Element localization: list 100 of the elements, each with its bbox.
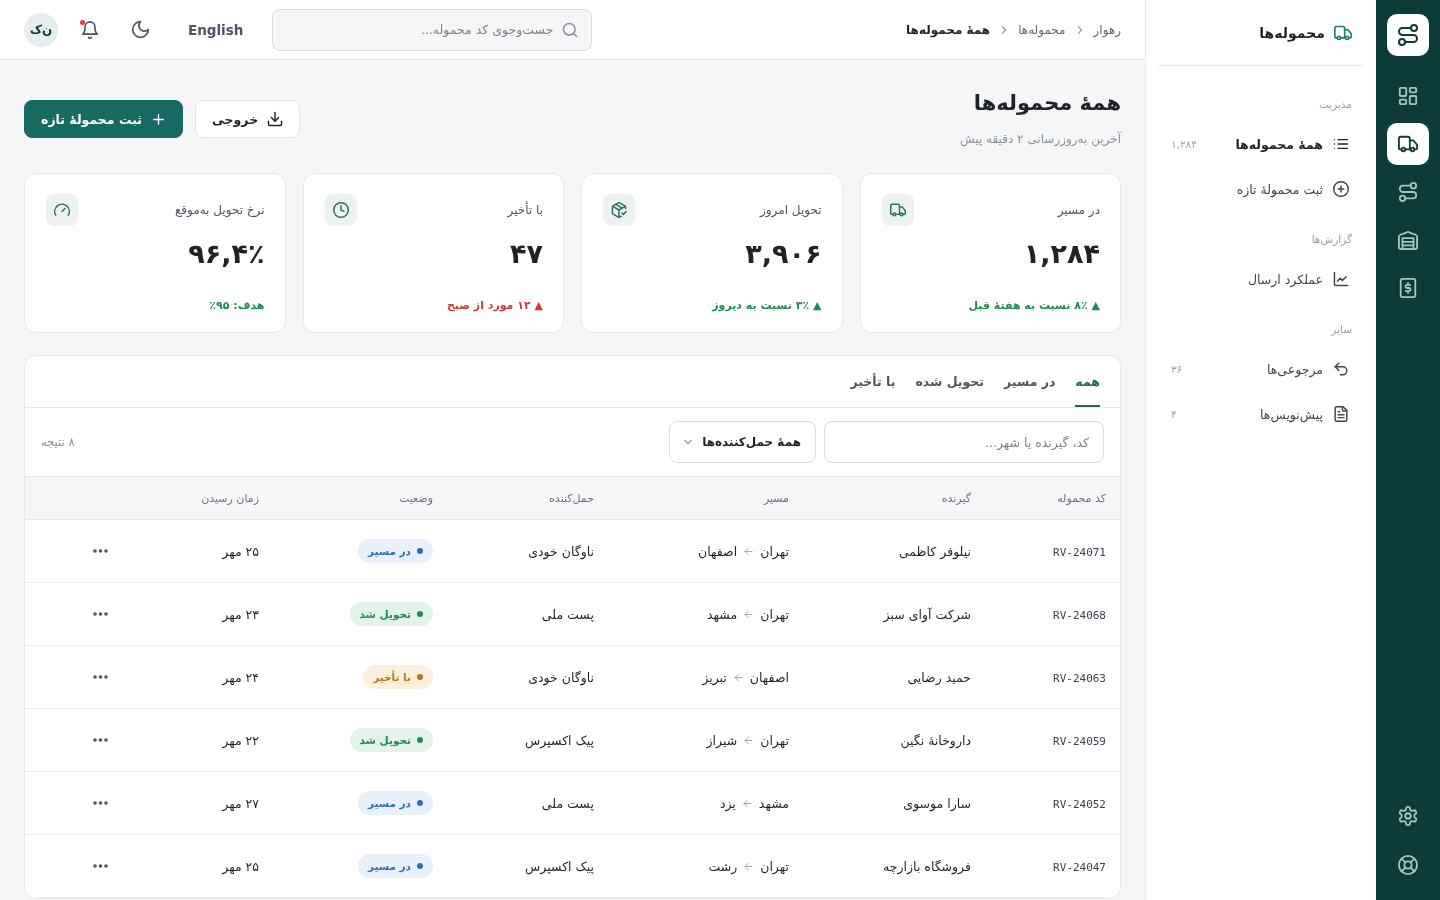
plus-icon: [150, 111, 166, 127]
table-cell: سارا موسوی: [903, 795, 971, 811]
table-cell: ۲۷ مهر: [222, 795, 259, 811]
status-text: تحویل شد: [359, 734, 411, 746]
result-count: ۸ نتیجه: [41, 435, 75, 449]
route-origin: اصفهان: [749, 669, 789, 685]
download-icon: [267, 111, 284, 127]
route-origin: تهران: [760, 732, 789, 748]
table-cell: فروشگاه بازارچه: [883, 858, 971, 874]
language-button[interactable]: English: [188, 17, 244, 42]
route-logo-icon: [1387, 14, 1429, 56]
shipment-code: RV-24068: [1053, 608, 1106, 622]
stat-value: ۹۶,۴٪: [188, 238, 265, 269]
stat-label: در مسیر: [1057, 203, 1100, 217]
page-subtitle: آخرین به‌روزرسانی ۲ دقیقه پیش: [959, 130, 1121, 149]
table-cell: نیلوفر کاظمی: [898, 543, 971, 559]
shipment-code: RV-24059: [1053, 734, 1106, 748]
more-icon[interactable]: [92, 801, 108, 805]
more-icon[interactable]: [92, 738, 108, 742]
route-destination: مشهد: [707, 606, 738, 622]
more-icon[interactable]: [92, 864, 108, 868]
status-dot-icon: [417, 548, 423, 554]
table-cell: ۲۳ مهر: [222, 606, 259, 622]
section-label: مدیریت: [1318, 98, 1352, 110]
page-title: همهٔ محموله‌ها: [973, 90, 1121, 117]
more-icon[interactable]: [92, 675, 108, 679]
shipment-code: RV-24047: [1053, 860, 1106, 874]
table-cell: پیک اکسپرس: [525, 858, 594, 874]
stat-value: ۱,۲۸۴: [1023, 238, 1100, 269]
gauge-icon: [46, 194, 78, 226]
arrow-left-icon: [732, 671, 744, 683]
shipment-code: RV-24063: [1053, 671, 1106, 685]
status-text: در مسیر: [367, 797, 411, 809]
table-cell: پست ملی: [541, 606, 594, 622]
column-header: مسیر: [763, 491, 789, 505]
tab[interactable]: در مسیر: [1004, 356, 1056, 407]
sidebar-title: محموله‌ها: [1259, 24, 1325, 41]
column-header: حمل‌کننده: [549, 491, 594, 505]
sidebar-item[interactable]: پیش‌نویس‌ها ۴: [1158, 394, 1364, 434]
stat-delta: ▲ ۳٪ نسبت به دیروز: [712, 299, 822, 312]
carrier-select[interactable]: همهٔ حمل‌کننده‌ها: [669, 421, 816, 463]
item-count: ۱,۲۸۴: [1171, 138, 1197, 150]
arrow-left-icon: [743, 545, 755, 557]
table-cell: پست ملی: [541, 795, 594, 811]
tab[interactable]: با تأخیر: [850, 356, 896, 407]
sidebar-item[interactable]: همهٔ محموله‌ها ۱,۲۸۴: [1158, 124, 1364, 164]
status-dot-icon: [417, 737, 423, 743]
more-icon[interactable]: [92, 549, 108, 553]
item-count: ۴: [1171, 408, 1177, 420]
sidebar-item[interactable]: عملکرد ارسال: [1158, 259, 1364, 299]
stat-value: ۳,۹۰۶: [745, 238, 822, 269]
arrow-left-icon: [741, 797, 753, 809]
truck-icon[interactable]: [1387, 123, 1429, 165]
new-shipment-button[interactable]: ثبت محمولهٔ تازه: [24, 100, 183, 138]
truck-icon: [1334, 23, 1352, 42]
column-header: گیرنده: [941, 491, 971, 505]
table-cell: ۲۲ مهر: [222, 732, 259, 748]
stat-delta: ▲ ۸٪ نسبت به هفتهٔ قبل: [968, 299, 1100, 312]
breadcrumb-link[interactable]: رهوار: [1093, 22, 1121, 37]
document-icon: [1333, 406, 1349, 422]
package-icon: [603, 194, 635, 226]
status-dot-icon: [417, 611, 423, 617]
search-field[interactable]: جست‌وجوی کد محموله...: [272, 8, 593, 51]
table-cell: ۲۵ مهر: [222, 543, 259, 559]
section-label: گزارش‌ها: [1311, 233, 1352, 245]
line-chart-icon: [1333, 271, 1349, 287]
clock-icon: [324, 194, 357, 226]
tab[interactable]: تحویل شده: [915, 356, 985, 407]
breadcrumb-current: همهٔ محموله‌ها: [906, 22, 991, 37]
arrow-left-icon: [743, 608, 755, 620]
sidebar-item[interactable]: ثبت محمولهٔ تازه: [1158, 169, 1364, 209]
undo-arrow-icon: [1333, 361, 1349, 377]
stat-value: ۴۷: [510, 238, 543, 269]
table-cell: پیک اکسپرس: [525, 732, 594, 748]
stat-delta: هدف: ۹۵٪: [209, 299, 265, 312]
sidebar-item[interactable]: مرجوعی‌ها ۳۶: [1158, 349, 1364, 389]
table-cell: ۲۵ مهر: [222, 858, 259, 874]
status-dot-icon: [417, 863, 423, 869]
plus-circle-icon: [1333, 181, 1349, 197]
table-cell: داروخانهٔ نگین: [900, 732, 971, 748]
table-cell: ۲۴ مهر: [222, 669, 259, 685]
arrow-left-icon: [743, 860, 755, 872]
filter-search-field[interactable]: کد، گیرنده یا شهر...: [824, 421, 1104, 463]
status-dot-icon: [417, 674, 423, 680]
user-avatar[interactable]: ن‌ک: [24, 12, 58, 47]
export-button[interactable]: خروجی: [194, 100, 301, 138]
route-origin: تهران: [760, 606, 789, 622]
section-label: سایر: [1331, 323, 1352, 335]
table-cell: ناوگان خودی: [528, 543, 594, 559]
arrow-left-icon: [743, 734, 755, 746]
more-icon[interactable]: [92, 612, 108, 616]
bell-icon: [81, 20, 99, 39]
route-origin: تهران: [760, 543, 789, 559]
truck-icon: [881, 194, 914, 226]
stat-label: با تأخیر: [507, 203, 543, 217]
route-destination: تبریز: [702, 669, 727, 685]
breadcrumb-link[interactable]: محموله‌ها: [1018, 22, 1066, 37]
tab[interactable]: همه: [1075, 356, 1100, 407]
column-header: زمان رسیدن: [201, 491, 259, 505]
route-origin: مشهد: [758, 795, 789, 811]
